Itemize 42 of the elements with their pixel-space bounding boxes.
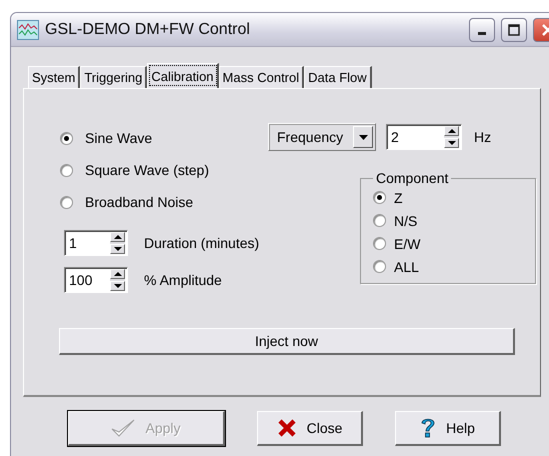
tab[interactable]: Calibration [147, 63, 219, 88]
radio-label: ALL [394, 258, 419, 274]
tab[interactable]: Triggering [80, 66, 148, 88]
maximize-icon [508, 24, 520, 36]
radio-label: E/W [394, 236, 420, 252]
cross-icon [276, 418, 297, 438]
radio-label: Broadband Noise [85, 194, 194, 210]
spin-arrows-icon[interactable] [444, 126, 459, 148]
unit-label: Hz [474, 129, 492, 145]
radio-button[interactable] [373, 191, 386, 204]
radio-button[interactable] [373, 214, 386, 227]
tab[interactable]: Data Flow [304, 66, 372, 88]
radio-label: Z [394, 190, 403, 206]
close-button[interactable]: Close [257, 411, 363, 446]
maximize-button[interactable] [501, 18, 527, 42]
radio-button[interactable] [373, 237, 386, 250]
radio-button[interactable] [60, 196, 73, 208]
help-button[interactable]: Help [395, 411, 501, 446]
field-label: Duration (minutes) [144, 234, 260, 250]
radio-button[interactable] [60, 164, 73, 176]
field-label: % Amplitude [144, 272, 222, 288]
radio-label: N/S [394, 212, 418, 228]
minimize-icon [478, 32, 486, 35]
spin-arrows-icon[interactable] [110, 232, 125, 254]
spin-field[interactable]: 2 [386, 124, 462, 150]
radio-label: Sine Wave [85, 130, 152, 146]
frequency-dropdown[interactable]: Frequency [268, 123, 376, 151]
minimize-button[interactable] [469, 18, 495, 42]
spin-field[interactable]: 100 [64, 266, 128, 292]
window-title: GSL-DEMO DM+FW Control [45, 20, 250, 38]
checkmark-icon [111, 418, 136, 438]
app-icon [17, 20, 39, 40]
spin-field[interactable]: 1 [64, 230, 128, 256]
spin-arrows-icon[interactable] [110, 268, 125, 290]
question-mark-icon [420, 417, 436, 439]
tab[interactable]: System [28, 66, 80, 88]
tab[interactable]: Mass Control [218, 66, 304, 88]
inject-button[interactable]: Inject now [59, 328, 515, 355]
radio-label: Square Wave (step) [85, 162, 209, 178]
radio-button[interactable] [60, 132, 73, 144]
group-title: Component [375, 170, 450, 186]
radio-button[interactable] [373, 260, 386, 273]
